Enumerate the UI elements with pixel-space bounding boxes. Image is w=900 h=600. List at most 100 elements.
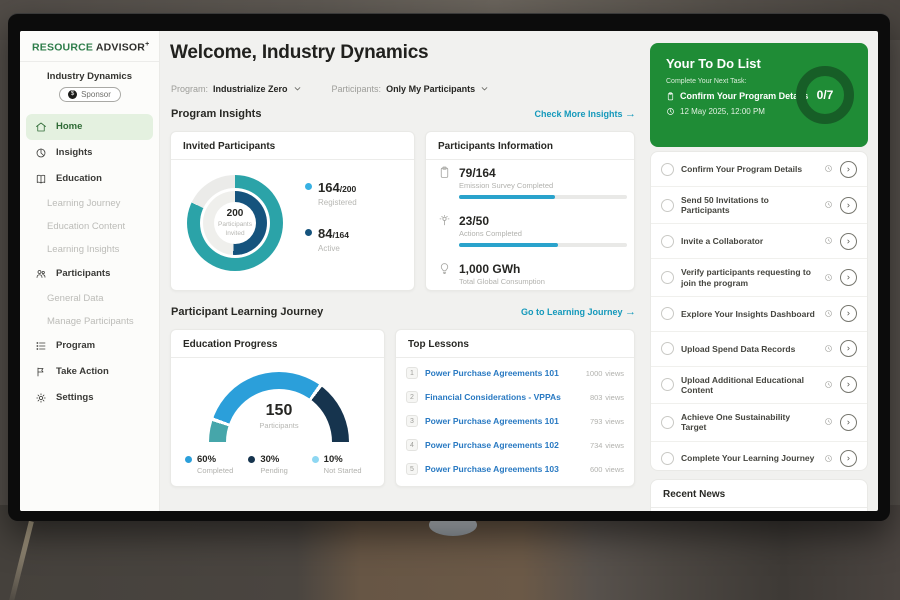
check-more-insights-link[interactable]: Check More Insights → — [534, 108, 636, 120]
lesson-row: 2 Financial Considerations - VPPAs 803 v… — [406, 385, 624, 409]
task-checkbox[interactable] — [661, 271, 674, 284]
task-row-complete-your-learning-journey[interactable]: Complete Your Learning Journey — [651, 441, 867, 472]
task-checkbox[interactable] — [661, 452, 674, 465]
filter-program[interactable]: Program: Industrialize Zero — [171, 80, 302, 98]
task-row-achieve-one-sustainability-target[interactable]: Achieve One Sustainability Target — [651, 403, 867, 440]
lesson-link[interactable]: Financial Considerations - VPPAs — [425, 392, 583, 402]
metric-row: 23/50 Actions Completed — [438, 214, 624, 247]
lesson-rank-badge: 4 — [406, 439, 418, 451]
top-lessons-card: Top Lessons 1 Power Purchase Agreements … — [395, 329, 635, 487]
education-progress-title: Education Progress — [171, 330, 384, 358]
task-checkbox[interactable] — [661, 163, 674, 176]
todo-title: Your To Do List — [666, 56, 761, 71]
task-clock-icon — [824, 305, 833, 323]
progress-bar — [459, 243, 627, 247]
donut-center-label: 200 Participants Invited — [200, 188, 270, 258]
task-row-confirm-your-program-details[interactable]: Confirm Your Program Details — [651, 152, 867, 186]
todo-subtitle: Complete Your Next Task: — [666, 78, 746, 85]
task-open-button[interactable] — [840, 161, 857, 178]
brand-plus: + — [145, 41, 149, 48]
task-clock-icon — [824, 196, 833, 214]
lesson-link[interactable]: Power Purchase Agreements 102 — [425, 440, 583, 450]
sidebar-item-insights[interactable]: Insights — [26, 140, 153, 166]
task-row-invite-a-collaborator[interactable]: Invite a Collaborator — [651, 223, 867, 258]
task-clock-icon — [824, 413, 833, 431]
task-open-button[interactable] — [840, 340, 857, 357]
education-count: 150 — [209, 402, 349, 420]
donut-legend: 164/200 Registered 84/164 Active — [305, 179, 357, 253]
invited-participants-title: Invited Participants — [171, 132, 414, 160]
task-open-button[interactable] — [840, 414, 857, 431]
sidebar-item-learning-insights[interactable]: Learning Insights — [26, 238, 153, 261]
sidebar-item-education-content[interactable]: Education Content — [26, 215, 153, 238]
sidebar-item-participants[interactable]: Participants — [26, 261, 153, 287]
recent-news-card: Recent News — [650, 479, 868, 511]
sidebar-item-settings[interactable]: Settings — [26, 385, 153, 411]
legend-dot — [305, 229, 312, 236]
task-open-button[interactable] — [840, 450, 857, 467]
task-row-upload-spend-data-records[interactable]: Upload Spend Data Records — [651, 331, 867, 366]
sidebar-item-program[interactable]: Program — [26, 333, 153, 359]
task-checkbox[interactable] — [661, 235, 674, 248]
learning-journey-title: Participant Learning Journey — [171, 306, 323, 318]
task-checkbox[interactable] — [661, 199, 674, 212]
legend-dot — [185, 456, 192, 463]
invited-participants-card: Invited Participants 200 Participants In… — [170, 131, 415, 291]
arrow-right-icon: → — [625, 108, 636, 120]
sponsor-label: Sponsor — [81, 90, 111, 99]
todo-progress-ring: 0/7 — [796, 66, 854, 124]
app-window: RESOURCE ADVISOR+ Industry Dynamics $ Sp… — [20, 31, 878, 511]
task-clock-icon — [824, 232, 833, 250]
lesson-row: 5 Power Purchase Agreements 103 600 view… — [406, 457, 624, 481]
todo-progress-value: 0/7 — [817, 88, 834, 102]
legend-dot — [312, 456, 319, 463]
sidebar-item-home[interactable]: Home — [26, 114, 153, 140]
filter-participants[interactable]: Participants: Only My Participants — [332, 80, 490, 98]
sidebar-item-manage-participants[interactable]: Manage Participants — [26, 310, 153, 333]
go-to-learning-journey-link[interactable]: Go to Learning Journey → — [521, 306, 636, 318]
sidebar-item-learning-journey[interactable]: Learning Journey — [26, 192, 153, 215]
page-title: Welcome, Industry Dynamics — [170, 42, 428, 64]
lesson-rank-badge: 3 — [406, 415, 418, 427]
task-open-button[interactable] — [840, 197, 857, 214]
metric-row: 1,000 GWh Total Global Consumption — [438, 262, 624, 286]
task-row-verify-participants-requesting-to-join-t[interactable]: Verify participants requesting to join t… — [651, 258, 867, 295]
sidebar-item-general-data[interactable]: General Data — [26, 287, 153, 310]
invited-donut-chart: 200 Participants Invited — [187, 175, 283, 271]
task-row-send-50-invitations-to-participants[interactable]: Send 50 Invitations to Participants — [651, 186, 867, 223]
sponsor-badge: $ Sponsor — [59, 87, 121, 102]
donut-legend-item: 164/200 Registered — [305, 179, 357, 207]
sidebar-item-take-action[interactable]: Take Action — [26, 359, 153, 385]
task-checkbox[interactable] — [661, 307, 674, 320]
task-clock-icon — [824, 160, 833, 178]
lesson-rank-badge: 2 — [406, 391, 418, 403]
task-open-button[interactable] — [840, 269, 857, 286]
clock-icon — [666, 107, 675, 116]
settings-icon — [35, 392, 47, 404]
participants-information-card: Participants Information 79/164 Emission… — [425, 131, 635, 291]
task-open-button[interactable] — [840, 233, 857, 250]
task-checkbox[interactable] — [661, 378, 674, 391]
lesson-link[interactable]: Power Purchase Agreements 103 — [425, 464, 583, 474]
brand-primary: RESOURCE — [32, 42, 93, 54]
task-clock-icon — [824, 340, 833, 358]
lesson-link[interactable]: Power Purchase Agreements 101 — [425, 416, 583, 426]
filters-row: Program: Industrialize Zero Participants… — [171, 80, 489, 98]
task-checkbox[interactable] — [661, 342, 674, 355]
todo-due-date: 12 May 2025, 12:00 PM — [666, 107, 765, 116]
lesson-link[interactable]: Power Purchase Agreements 101 — [425, 368, 579, 378]
sidebar-item-education[interactable]: Education — [26, 166, 153, 192]
sponsor-icon: $ — [68, 90, 77, 99]
participants-information-title: Participants Information — [426, 132, 634, 160]
learning-journey-header-row: Participant Learning Journey Go to Learn… — [171, 306, 636, 318]
task-row-upload-additional-educational-content[interactable]: Upload Additional Educational Content — [651, 366, 867, 403]
task-open-button[interactable] — [840, 376, 857, 393]
task-open-button[interactable] — [840, 305, 857, 322]
legend-dot — [305, 183, 312, 190]
task-checkbox[interactable] — [661, 416, 674, 429]
task-row-explore-your-insights-dashboard[interactable]: Explore Your Insights Dashboard — [651, 296, 867, 331]
metric-row: 79/164 Emission Survey Completed — [438, 166, 624, 199]
progress-bar — [459, 195, 627, 199]
top-lessons-title: Top Lessons — [396, 330, 634, 358]
chevron-down-icon — [480, 80, 489, 98]
